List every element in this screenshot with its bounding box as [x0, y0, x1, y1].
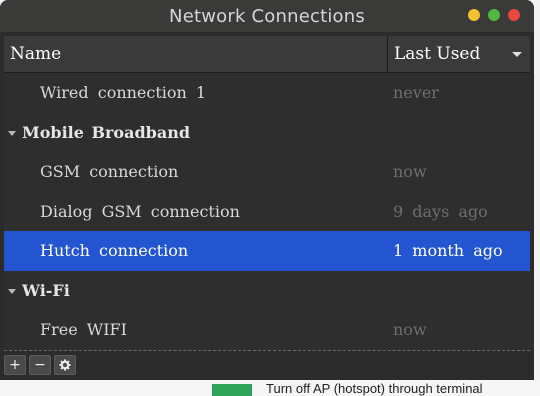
column-header-last-used-label: Last Used — [394, 44, 481, 64]
column-header-name[interactable]: Name — [4, 36, 388, 72]
list-item-wired-connection-1[interactable]: Wired connection 1 never — [4, 73, 530, 113]
connection-name: Free WIFI — [40, 320, 127, 340]
expand-arrow-icon[interactable] — [8, 288, 16, 294]
minimize-button[interactable] — [468, 9, 480, 21]
list-item-free-wifi[interactable]: Free WIFI now — [4, 310, 530, 350]
connection-name: GSM connection — [40, 162, 179, 182]
column-header-last-used[interactable]: Last Used — [388, 36, 530, 72]
group-wi-fi[interactable]: Wi-Fi — [4, 271, 530, 311]
edit-connection-button[interactable] — [54, 355, 76, 375]
window-title: Network Connections — [169, 5, 365, 27]
connection-last-used: now — [393, 162, 427, 182]
connection-name: Dialog GSM connection — [40, 201, 240, 221]
titlebar[interactable]: Network Connections — [0, 0, 534, 32]
column-header: Name Last Used — [4, 36, 530, 73]
remove-connection-button[interactable]: − — [29, 355, 51, 375]
window-controls — [468, 9, 520, 21]
sort-descending-icon — [512, 51, 522, 57]
background-accent — [212, 384, 252, 396]
connections-list[interactable]: Name Last Used Wired connection 1 never … — [4, 36, 530, 351]
group-label: Mobile Broadband — [22, 122, 191, 142]
group-label: Wi-Fi — [22, 280, 70, 300]
list-item-gsm-connection[interactable]: GSM connection now — [4, 152, 530, 192]
close-button[interactable] — [508, 9, 520, 21]
background-link[interactable]: Turn off AP (hotspot) through terminal — [266, 381, 483, 396]
connection-last-used: now — [393, 320, 427, 340]
column-header-name-label: Name — [10, 44, 62, 64]
connection-last-used: 9 days ago — [393, 201, 488, 221]
expand-arrow-icon[interactable] — [8, 130, 16, 136]
connection-last-used: 1 month ago — [393, 241, 503, 261]
connection-last-used: never — [393, 83, 439, 103]
list-item-hutch-connection[interactable]: Hutch connection 1 month ago — [4, 231, 530, 271]
maximize-button[interactable] — [488, 9, 500, 21]
add-connection-button[interactable]: + — [4, 355, 26, 375]
connection-name: Wired connection 1 — [40, 83, 207, 103]
connection-name: Hutch connection — [40, 241, 189, 261]
bottom-toolbar: + − — [4, 355, 76, 377]
gear-icon — [59, 359, 71, 371]
network-connections-window: Network Connections Name Last Used Wired… — [0, 0, 534, 380]
list-item-dialog-gsm-connection[interactable]: Dialog GSM connection 9 days ago — [4, 192, 530, 232]
group-mobile-broadband[interactable]: Mobile Broadband — [4, 113, 530, 153]
